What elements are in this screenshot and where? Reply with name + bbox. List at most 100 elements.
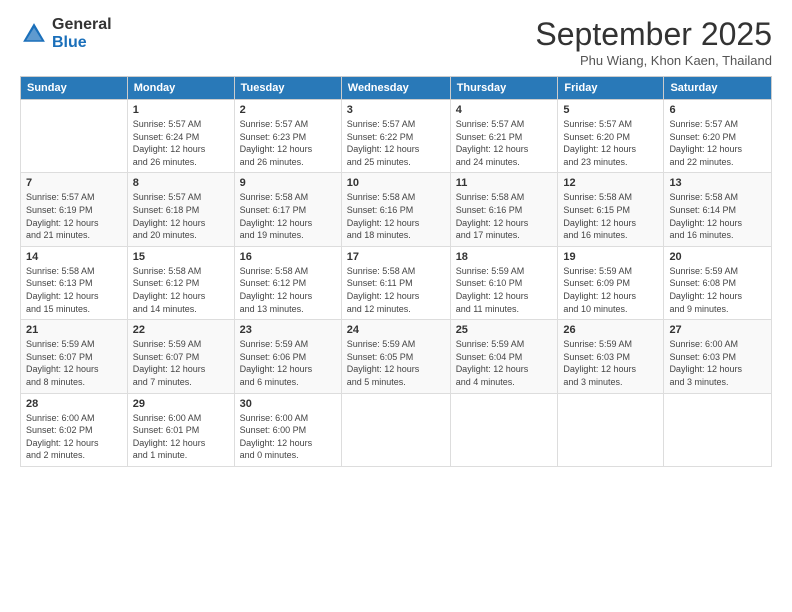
calendar-cell: 3 Sunrise: 5:57 AM Sunset: 6:22 PM Daylig… xyxy=(341,100,450,173)
col-sunday: Sunday xyxy=(21,77,128,100)
day-number: 5 xyxy=(563,104,658,116)
day-number: 1 xyxy=(133,104,229,116)
calendar-cell: 5 Sunrise: 5:57 AM Sunset: 6:20 PM Daylig… xyxy=(558,100,664,173)
calendar-cell: 15 Sunrise: 5:58 AM Sunset: 6:12 PM Dayli… xyxy=(127,246,234,319)
day-detail: Sunrise: 5:59 AM Sunset: 6:10 PM Dayligh… xyxy=(456,265,553,315)
day-detail: Sunrise: 5:57 AM Sunset: 6:24 PM Dayligh… xyxy=(133,118,229,168)
logo: General Blue xyxy=(20,16,112,51)
day-detail: Sunrise: 5:57 AM Sunset: 6:23 PM Dayligh… xyxy=(240,118,336,168)
calendar-cell xyxy=(450,393,558,466)
day-detail: Sunrise: 5:59 AM Sunset: 6:08 PM Dayligh… xyxy=(669,265,766,315)
day-number: 3 xyxy=(347,104,445,116)
day-detail: Sunrise: 6:00 AM Sunset: 6:00 PM Dayligh… xyxy=(240,412,336,462)
calendar-cell: 21 Sunrise: 5:59 AM Sunset: 6:07 PM Dayli… xyxy=(21,320,128,393)
month-title: September 2025 xyxy=(535,16,772,53)
calendar-cell: 4 Sunrise: 5:57 AM Sunset: 6:21 PM Daylig… xyxy=(450,100,558,173)
day-number: 21 xyxy=(26,324,122,336)
day-number: 14 xyxy=(26,251,122,263)
calendar-week-1: 7 Sunrise: 5:57 AM Sunset: 6:19 PM Daylig… xyxy=(21,173,772,246)
col-friday: Friday xyxy=(558,77,664,100)
day-number: 25 xyxy=(456,324,553,336)
calendar-cell: 9Sunrise: 5:58 AM Sunset: 6:17 PM Daylig… xyxy=(234,173,341,246)
day-number: 7 xyxy=(26,177,122,189)
calendar-cell: 23Sunrise: 5:59 AM Sunset: 6:06 PM Dayli… xyxy=(234,320,341,393)
day-detail: Sunrise: 5:57 AM Sunset: 6:20 PM Dayligh… xyxy=(669,118,766,168)
calendar-cell: 10 Sunrise: 5:58 AM Sunset: 6:16 PM Dayli… xyxy=(341,173,450,246)
logo-text: General Blue xyxy=(52,16,112,51)
calendar-body: 1 Sunrise: 5:57 AM Sunset: 6:24 PM Daylig… xyxy=(21,100,772,467)
title-block: September 2025 Phu Wiang, Khon Kaen, Tha… xyxy=(535,16,772,68)
calendar-cell: 16 Sunrise: 5:58 AM Sunset: 6:12 PM Dayli… xyxy=(234,246,341,319)
day-detail: Sunrise: 5:58 AM Sunset: 6:15 PM Dayligh… xyxy=(563,191,658,241)
day-number: 27 xyxy=(669,324,766,336)
day-detail: Sunrise: 5:59 AM Sunset: 6:07 PM Dayligh… xyxy=(133,338,229,388)
calendar-cell xyxy=(341,393,450,466)
day-detail: Sunrise: 5:58 AM Sunset: 6:12 PM Dayligh… xyxy=(240,265,336,315)
day-number: 24 xyxy=(347,324,445,336)
location-subtitle: Phu Wiang, Khon Kaen, Thailand xyxy=(535,53,772,68)
page-header: General Blue September 2025 Phu Wiang, K… xyxy=(20,16,772,68)
day-detail: Sunrise: 5:58 AM Sunset: 6:12 PM Dayligh… xyxy=(133,265,229,315)
calendar-week-0: 1 Sunrise: 5:57 AM Sunset: 6:24 PM Daylig… xyxy=(21,100,772,173)
logo-icon xyxy=(20,20,48,48)
calendar-week-2: 14 Sunrise: 5:58 AM Sunset: 6:13 PM Dayli… xyxy=(21,246,772,319)
day-detail: Sunrise: 5:59 AM Sunset: 6:04 PM Dayligh… xyxy=(456,338,553,388)
calendar-cell: 24 Sunrise: 5:59 AM Sunset: 6:05 PM Dayli… xyxy=(341,320,450,393)
day-number: 11 xyxy=(456,177,553,189)
calendar-cell: 1 Sunrise: 5:57 AM Sunset: 6:24 PM Daylig… xyxy=(127,100,234,173)
col-thursday: Thursday xyxy=(450,77,558,100)
day-number: 16 xyxy=(240,251,336,263)
day-number: 17 xyxy=(347,251,445,263)
day-detail: Sunrise: 5:58 AM Sunset: 6:16 PM Dayligh… xyxy=(456,191,553,241)
calendar-cell: 11 Sunrise: 5:58 AM Sunset: 6:16 PM Dayli… xyxy=(450,173,558,246)
logo-blue: Blue xyxy=(52,34,112,52)
day-detail: Sunrise: 5:57 AM Sunset: 6:18 PM Dayligh… xyxy=(133,191,229,241)
calendar-cell xyxy=(21,100,128,173)
day-detail: Sunrise: 5:57 AM Sunset: 6:22 PM Dayligh… xyxy=(347,118,445,168)
calendar-cell: 30 Sunrise: 6:00 AM Sunset: 6:00 PM Dayli… xyxy=(234,393,341,466)
day-detail: Sunrise: 5:59 AM Sunset: 6:05 PM Dayligh… xyxy=(347,338,445,388)
day-detail: Sunrise: 5:57 AM Sunset: 6:19 PM Dayligh… xyxy=(26,191,122,241)
calendar-table: Sunday Monday Tuesday Wednesday Thursday… xyxy=(20,76,772,467)
day-number: 8 xyxy=(133,177,229,189)
day-number: 10 xyxy=(347,177,445,189)
day-number: 13 xyxy=(669,177,766,189)
day-number: 30 xyxy=(240,398,336,410)
calendar-header: Sunday Monday Tuesday Wednesday Thursday… xyxy=(21,77,772,100)
calendar-week-4: 28Sunrise: 6:00 AM Sunset: 6:02 PM Dayli… xyxy=(21,393,772,466)
calendar-cell: 8 Sunrise: 5:57 AM Sunset: 6:18 PM Daylig… xyxy=(127,173,234,246)
calendar-cell: 20 Sunrise: 5:59 AM Sunset: 6:08 PM Dayli… xyxy=(664,246,772,319)
calendar-cell xyxy=(558,393,664,466)
col-wednesday: Wednesday xyxy=(341,77,450,100)
calendar-cell xyxy=(664,393,772,466)
day-detail: Sunrise: 5:58 AM Sunset: 6:13 PM Dayligh… xyxy=(26,265,122,315)
day-detail: Sunrise: 5:59 AM Sunset: 6:03 PM Dayligh… xyxy=(563,338,658,388)
logo-general: General xyxy=(52,16,112,34)
calendar-cell: 27 Sunrise: 6:00 AM Sunset: 6:03 PM Dayli… xyxy=(664,320,772,393)
calendar-cell: 17 Sunrise: 5:58 AM Sunset: 6:11 PM Dayli… xyxy=(341,246,450,319)
day-detail: Sunrise: 5:58 AM Sunset: 6:16 PM Dayligh… xyxy=(347,191,445,241)
col-tuesday: Tuesday xyxy=(234,77,341,100)
calendar-cell: 19Sunrise: 5:59 AM Sunset: 6:09 PM Dayli… xyxy=(558,246,664,319)
calendar-cell: 29Sunrise: 6:00 AM Sunset: 6:01 PM Dayli… xyxy=(127,393,234,466)
day-detail: Sunrise: 6:00 AM Sunset: 6:03 PM Dayligh… xyxy=(669,338,766,388)
calendar-cell: 14 Sunrise: 5:58 AM Sunset: 6:13 PM Dayli… xyxy=(21,246,128,319)
day-detail: Sunrise: 6:00 AM Sunset: 6:02 PM Dayligh… xyxy=(26,412,122,462)
day-detail: Sunrise: 5:58 AM Sunset: 6:14 PM Dayligh… xyxy=(669,191,766,241)
calendar-cell: 12 Sunrise: 5:58 AM Sunset: 6:15 PM Dayli… xyxy=(558,173,664,246)
day-number: 4 xyxy=(456,104,553,116)
day-detail: Sunrise: 5:57 AM Sunset: 6:20 PM Dayligh… xyxy=(563,118,658,168)
day-number: 15 xyxy=(133,251,229,263)
day-detail: Sunrise: 5:59 AM Sunset: 6:09 PM Dayligh… xyxy=(563,265,658,315)
day-number: 22 xyxy=(133,324,229,336)
calendar-cell: 25 Sunrise: 5:59 AM Sunset: 6:04 PM Dayli… xyxy=(450,320,558,393)
day-detail: Sunrise: 5:58 AM Sunset: 6:11 PM Dayligh… xyxy=(347,265,445,315)
day-number: 26 xyxy=(563,324,658,336)
day-detail: Sunrise: 5:59 AM Sunset: 6:07 PM Dayligh… xyxy=(26,338,122,388)
day-detail: Sunrise: 5:57 AM Sunset: 6:21 PM Dayligh… xyxy=(456,118,553,168)
day-number: 12 xyxy=(563,177,658,189)
calendar-cell: 22 Sunrise: 5:59 AM Sunset: 6:07 PM Dayli… xyxy=(127,320,234,393)
day-number: 20 xyxy=(669,251,766,263)
day-number: 29 xyxy=(133,398,229,410)
header-row: Sunday Monday Tuesday Wednesday Thursday… xyxy=(21,77,772,100)
